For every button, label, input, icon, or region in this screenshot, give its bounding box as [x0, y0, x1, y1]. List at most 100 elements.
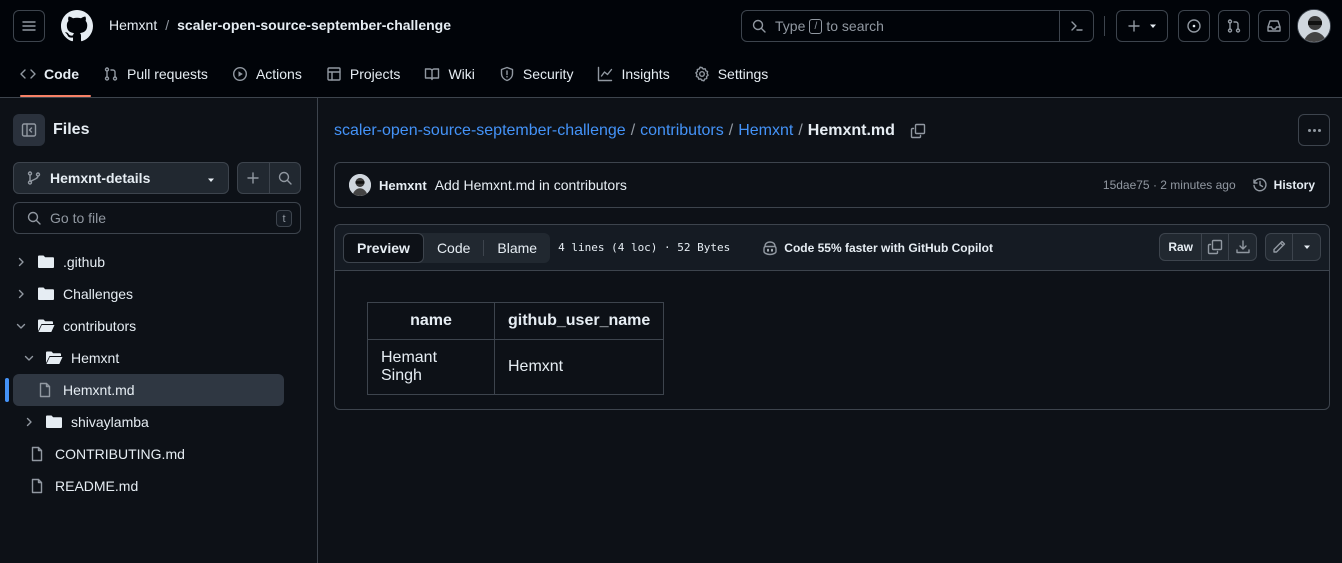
search-files-button[interactable]: [270, 163, 301, 193]
tab-preview[interactable]: Preview: [343, 232, 424, 263]
branch-selector[interactable]: Hemxnt-details: [13, 162, 229, 194]
file-icon: [37, 382, 57, 398]
commit-meta[interactable]: 15dae75 · 2 minutes ago: [1103, 178, 1236, 192]
tab-settings[interactable]: Settings: [686, 54, 777, 94]
folder-icon: [37, 254, 57, 270]
tab-blame[interactable]: Blame: [484, 233, 550, 263]
commit-author-avatar[interactable]: [349, 174, 371, 196]
search-icon: [27, 211, 41, 225]
markdown-table: name github_user_name Hemant Singh Hemxn…: [367, 302, 665, 395]
download-icon: [1235, 240, 1250, 254]
tab-code-view[interactable]: Code: [424, 233, 483, 263]
caret-down-icon: [1150, 24, 1156, 28]
search-input[interactable]: Type / to search: [741, 10, 1094, 42]
path-repo-link[interactable]: scaler-open-source-september-challenge: [334, 122, 626, 140]
file-view: scaler-open-source-september-challenge /…: [318, 98, 1342, 563]
tab-insights[interactable]: Insights: [589, 54, 677, 94]
repo-link[interactable]: scaler-open-source-september-challenge: [177, 17, 451, 33]
collapse-sidebar-button[interactable]: [13, 114, 45, 146]
breadcrumb: Hemxnt / scaler-open-source-september-ch…: [109, 17, 451, 33]
hamburger-icon: [22, 21, 36, 31]
table-cell: Hemxnt: [493, 339, 665, 395]
repo-tab-nav: Code Pull requests Actions Projects Wiki…: [0, 54, 784, 97]
commit-author[interactable]: Hemxnt: [379, 178, 427, 193]
header-divider: [1104, 16, 1105, 36]
path-contributors-link[interactable]: contributors: [640, 122, 724, 140]
tab-code[interactable]: Code: [12, 54, 91, 97]
file-tree-actions: [237, 162, 301, 194]
search-placeholder: Type / to search: [775, 18, 884, 34]
chevron-right-icon: [13, 256, 29, 268]
pull-requests-button[interactable]: [1218, 10, 1250, 42]
file-content-box: Preview Code Blame 4 lines (4 loc) · 52 …: [334, 224, 1330, 410]
shield-icon: [500, 66, 514, 82]
copy-path-button[interactable]: [910, 123, 926, 139]
file-icon: [29, 446, 49, 462]
global-header: Hemxnt / scaler-open-source-september-ch…: [0, 0, 1342, 98]
folder-icon: [45, 414, 65, 430]
play-icon: [232, 66, 247, 82]
tree-item-shivaylamba[interactable]: shivaylamba: [21, 406, 283, 438]
download-button[interactable]: [1229, 234, 1256, 260]
go-to-file-input[interactable]: Go to file t: [13, 202, 301, 234]
search-icon: [752, 19, 766, 33]
table-icon: [327, 67, 341, 81]
tree-item-contributing-md[interactable]: CONTRIBUTING.md: [13, 438, 283, 470]
tab-actions[interactable]: Actions: [224, 54, 310, 94]
edit-options-button[interactable]: [1293, 234, 1320, 260]
inbox-button[interactable]: [1258, 10, 1290, 42]
branch-name: Hemxnt-details: [50, 170, 151, 186]
history-button[interactable]: History: [1252, 177, 1315, 193]
table-row: Hemant Singh Hemxnt: [367, 339, 665, 395]
tab-pull-requests[interactable]: Pull requests: [95, 54, 216, 94]
table-header-row: name github_user_name: [367, 302, 665, 340]
create-new-button[interactable]: [1116, 10, 1168, 42]
tree-item-readme-md[interactable]: README.md: [13, 470, 283, 502]
chevron-right-icon: [13, 288, 29, 300]
path-hemxnt-link[interactable]: Hemxnt: [738, 122, 793, 140]
plus-icon: [1128, 20, 1140, 32]
pull-request-icon: [1227, 19, 1241, 33]
tab-wiki[interactable]: Wiki: [416, 54, 482, 94]
github-logo-icon[interactable]: [61, 10, 93, 42]
chevron-down-icon: [21, 352, 37, 364]
file-path-breadcrumb: scaler-open-source-september-challenge /…: [334, 122, 926, 140]
copy-icon: [1207, 239, 1223, 255]
tab-projects[interactable]: Projects: [318, 54, 409, 94]
tree-item-challenges[interactable]: Challenges: [13, 278, 283, 310]
gear-icon: [694, 66, 709, 82]
menu-button[interactable]: [13, 10, 45, 42]
add-file-button[interactable]: [238, 163, 270, 193]
tree-item-contributors[interactable]: contributors: [13, 310, 283, 342]
more-options-button[interactable]: [1298, 114, 1330, 146]
tab-security[interactable]: Security: [491, 54, 582, 94]
user-avatar[interactable]: [1297, 9, 1331, 43]
table-header-cell: name: [367, 302, 495, 340]
tree-item-hemxnt-md[interactable]: Hemxnt.md: [13, 374, 284, 406]
table-header-cell: github_user_name: [493, 302, 665, 340]
terminal-icon: [1070, 21, 1083, 31]
copy-icon: [910, 123, 926, 139]
file-info: 4 lines (4 loc) · 52 Bytes: [558, 241, 731, 254]
copy-raw-button[interactable]: [1202, 234, 1229, 260]
branch-icon: [27, 171, 41, 185]
pull-request-icon: [104, 67, 118, 81]
search-icon: [278, 171, 292, 185]
edit-group: [1265, 233, 1321, 261]
raw-copy-download-group: Raw: [1159, 233, 1257, 261]
edit-file-button[interactable]: [1266, 234, 1293, 260]
commit-message[interactable]: Add Hemxnt.md in contributors: [435, 177, 627, 193]
kebab-horizontal-icon: [1307, 128, 1311, 132]
issue-icon: [1187, 19, 1201, 33]
chevron-right-icon: [21, 416, 37, 428]
file-icon: [29, 478, 49, 494]
inbox-icon: [1267, 20, 1281, 32]
command-palette-button[interactable]: [1059, 11, 1093, 41]
raw-button[interactable]: Raw: [1160, 234, 1202, 260]
owner-link[interactable]: Hemxnt: [109, 17, 157, 33]
tree-item-github[interactable]: .github: [13, 246, 283, 278]
go-to-file-shortcut: t: [276, 210, 292, 227]
copilot-promo-link[interactable]: Code 55% faster with GitHub Copilot: [762, 240, 993, 256]
tree-item-hemxnt-folder[interactable]: Hemxnt: [21, 342, 283, 374]
issues-button[interactable]: [1178, 10, 1210, 42]
